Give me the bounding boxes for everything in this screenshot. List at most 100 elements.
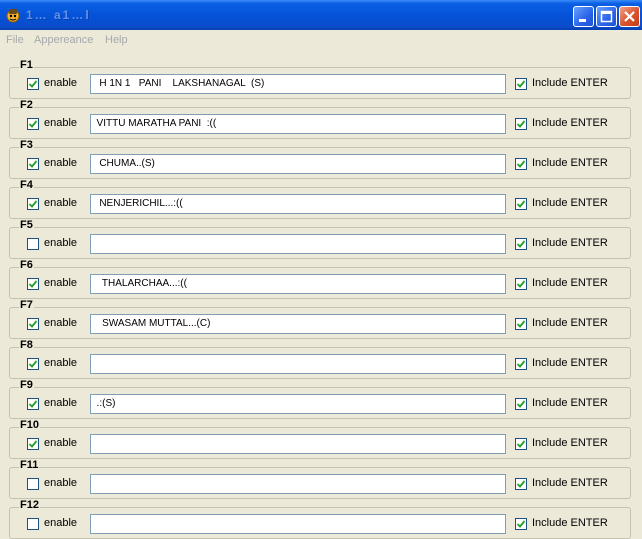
check-icon <box>516 120 526 128</box>
enable-label: enable <box>44 357 78 369</box>
enable-label: enable <box>44 157 78 169</box>
hotkey-group-f6: F6 enable THALARCHAA...:((Include ENTER <box>9 259 631 299</box>
hotkey-key-label: F4 <box>19 179 34 191</box>
include-enter-checkbox[interactable] <box>515 318 527 330</box>
include-enter-checkbox[interactable] <box>515 238 527 250</box>
hotkey-key-label: F1 <box>19 59 34 71</box>
hotkey-group-f8: F8 enable Include ENTER <box>9 339 631 379</box>
hotkey-group-f2: F2 enable VITTU MARATHA PANI :((Include E… <box>9 99 631 139</box>
check-icon <box>28 160 38 168</box>
include-enter-label: Include ENTER <box>532 357 608 369</box>
enable-label: enable <box>44 277 78 289</box>
enable-checkbox[interactable] <box>27 438 39 450</box>
check-icon <box>28 360 38 368</box>
include-enter-checkbox[interactable] <box>515 398 527 410</box>
minimize-button[interactable] <box>573 6 594 27</box>
hotkey-key-label: F10 <box>19 419 40 431</box>
include-enter-label: Include ENTER <box>532 77 608 89</box>
check-icon <box>28 400 38 408</box>
menu-bar: File Appereance Help <box>0 31 642 51</box>
hotkey-key-label: F9 <box>19 379 34 391</box>
check-icon <box>516 200 526 208</box>
include-enter-checkbox[interactable] <box>515 158 527 170</box>
include-enter-label: Include ENTER <box>532 517 608 529</box>
include-enter-checkbox[interactable] <box>515 198 527 210</box>
maximize-button[interactable] <box>596 6 617 27</box>
hotkey-key-label: F12 <box>19 499 40 511</box>
include-enter-label: Include ENTER <box>532 317 608 329</box>
enable-checkbox[interactable] <box>27 398 39 410</box>
hotkey-text-input[interactable]: THALARCHAA...:(( <box>90 274 506 294</box>
app-icon[interactable] <box>4 6 22 24</box>
enable-checkbox[interactable] <box>27 118 39 130</box>
hotkey-key-label: F11 <box>19 459 40 471</box>
check-icon <box>28 200 38 208</box>
enable-checkbox[interactable] <box>27 518 39 530</box>
menu-file[interactable]: File <box>6 34 24 46</box>
check-icon <box>28 120 38 128</box>
include-enter-checkbox[interactable] <box>515 518 527 530</box>
hotkey-text-input[interactable]: H 1N 1 PANI LAKSHANAGAL (S) <box>90 74 506 94</box>
include-enter-checkbox[interactable] <box>515 118 527 130</box>
enable-label: enable <box>44 317 78 329</box>
enable-checkbox[interactable] <box>27 478 39 490</box>
window-title: 1… a1…l <box>26 8 91 22</box>
include-enter-checkbox[interactable] <box>515 278 527 290</box>
include-enter-label: Include ENTER <box>532 277 608 289</box>
hotkey-key-label: F5 <box>19 219 34 231</box>
hotkey-text-input[interactable]: VITTU MARATHA PANI :(( <box>90 114 506 134</box>
close-button[interactable] <box>619 6 640 27</box>
enable-checkbox[interactable] <box>27 158 39 170</box>
check-icon <box>516 480 526 488</box>
enable-checkbox[interactable] <box>27 78 39 90</box>
hotkey-group-f9: F9 enable .:(S) Include ENTER <box>9 379 631 419</box>
include-enter-label: Include ENTER <box>532 477 608 489</box>
include-enter-label: Include ENTER <box>532 437 608 449</box>
include-enter-checkbox[interactable] <box>515 78 527 90</box>
menu-help[interactable]: Help <box>105 34 128 46</box>
include-enter-label: Include ENTER <box>532 397 608 409</box>
check-icon <box>28 440 38 448</box>
check-icon <box>516 160 526 168</box>
enable-checkbox[interactable] <box>27 318 39 330</box>
hotkey-group-f5: F5 enable Include ENTER <box>9 219 631 259</box>
hotkey-text-input[interactable] <box>90 434 506 454</box>
include-enter-label: Include ENTER <box>532 237 608 249</box>
hotkey-group-f12: F12 enable Include ENTER <box>9 499 631 539</box>
check-icon <box>516 280 526 288</box>
enable-checkbox[interactable] <box>27 238 39 250</box>
title-bar[interactable]: 1… a1…l <box>0 0 642 30</box>
hotkey-text-input[interactable] <box>90 234 506 254</box>
hotkey-text-input[interactable] <box>90 354 506 374</box>
enable-label: enable <box>44 437 78 449</box>
enable-checkbox[interactable] <box>27 198 39 210</box>
minimize-icon <box>579 19 586 22</box>
close-icon <box>624 11 635 22</box>
check-icon <box>28 280 38 288</box>
enable-checkbox[interactable] <box>27 278 39 290</box>
hotkey-key-label: F7 <box>19 299 34 311</box>
check-icon <box>516 400 526 408</box>
hotkey-text-input[interactable]: .:(S) <box>90 394 506 414</box>
check-icon <box>516 80 526 88</box>
include-enter-checkbox[interactable] <box>515 438 527 450</box>
enable-label: enable <box>44 517 78 529</box>
check-icon <box>516 240 526 248</box>
hotkey-text-input[interactable] <box>90 514 506 534</box>
enable-label: enable <box>44 397 78 409</box>
hotkey-text-input[interactable]: CHUMA..(S) <box>90 154 506 174</box>
hotkey-group-f11: F11 enable Include ENTER <box>9 459 631 499</box>
hotkey-group-f4: F4 enable NENJERICHIL...:((Include ENTER <box>9 179 631 219</box>
enable-checkbox[interactable] <box>27 358 39 370</box>
hotkey-text-input[interactable] <box>90 474 506 494</box>
check-icon <box>516 360 526 368</box>
hotkey-text-input[interactable]: SWASAM MUTTAL...(C) <box>90 314 506 334</box>
include-enter-checkbox[interactable] <box>515 358 527 370</box>
check-icon <box>516 520 526 528</box>
include-enter-checkbox[interactable] <box>515 478 527 490</box>
enable-label: enable <box>44 77 78 89</box>
menu-appearance[interactable]: Appereance <box>34 34 93 46</box>
hotkey-text-input[interactable]: NENJERICHIL...:(( <box>90 194 506 214</box>
check-icon <box>516 320 526 328</box>
check-icon <box>28 80 38 88</box>
